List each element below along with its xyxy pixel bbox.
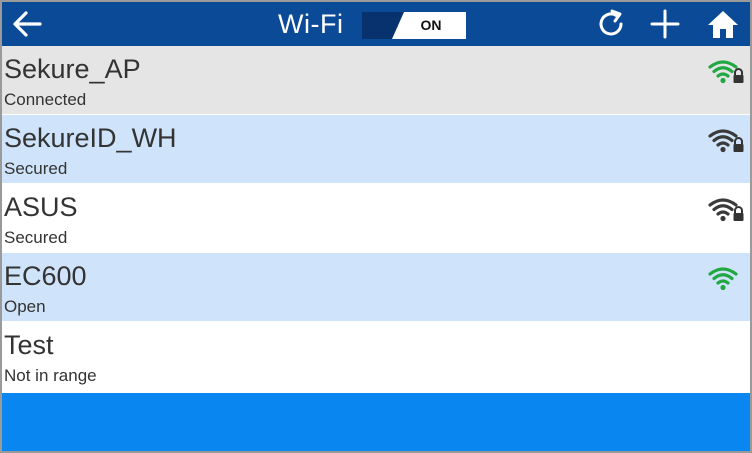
network-name: Sekure_AP [4, 54, 141, 84]
network-status: Secured [4, 159, 68, 178]
network-status: Not in range [4, 366, 97, 385]
page-title: Wi-Fi [278, 9, 344, 39]
network-row[interactable]: Sekure_AP Connected [2, 46, 750, 115]
plus-icon [650, 9, 680, 39]
home-icon [708, 11, 738, 38]
back-button[interactable] [6, 2, 48, 46]
network-row[interactable]: ASUS Secured [2, 184, 750, 253]
network-row[interactable]: EC600 Open [2, 253, 750, 322]
network-name: Test [4, 330, 54, 360]
network-row[interactable]: SekureID_WH Secured [2, 115, 750, 184]
toggle-label: ON [420, 17, 442, 33]
network-name: EC600 [4, 261, 87, 291]
wifi-lock-icon [708, 60, 744, 84]
wifi-toggle[interactable]: ON [362, 12, 466, 39]
home-button[interactable] [698, 2, 748, 46]
network-name: SekureID_WH [4, 123, 177, 153]
network-status: Open [4, 297, 46, 316]
refresh-icon [599, 9, 623, 36]
network-name: ASUS [4, 192, 78, 222]
lock-icon [733, 68, 744, 83]
network-status: Connected [4, 90, 87, 109]
bottom-panel [2, 393, 750, 451]
wifi-icon [708, 267, 738, 291]
wifi-lock-icon [708, 129, 744, 153]
refresh-button[interactable] [588, 2, 634, 46]
network-status: Secured [4, 228, 68, 247]
wifi-network-list: Sekure_AP Connected SekureID_WH Secured ASUS… [2, 46, 750, 391]
wifi-lock-icon [708, 198, 744, 222]
lock-icon [733, 206, 744, 221]
add-network-button[interactable] [642, 2, 688, 46]
top-bar: Wi-Fi ON [2, 2, 750, 46]
lock-icon [733, 137, 744, 152]
network-row[interactable]: Test Not in range [2, 322, 750, 391]
arrow-left-icon [13, 11, 42, 37]
